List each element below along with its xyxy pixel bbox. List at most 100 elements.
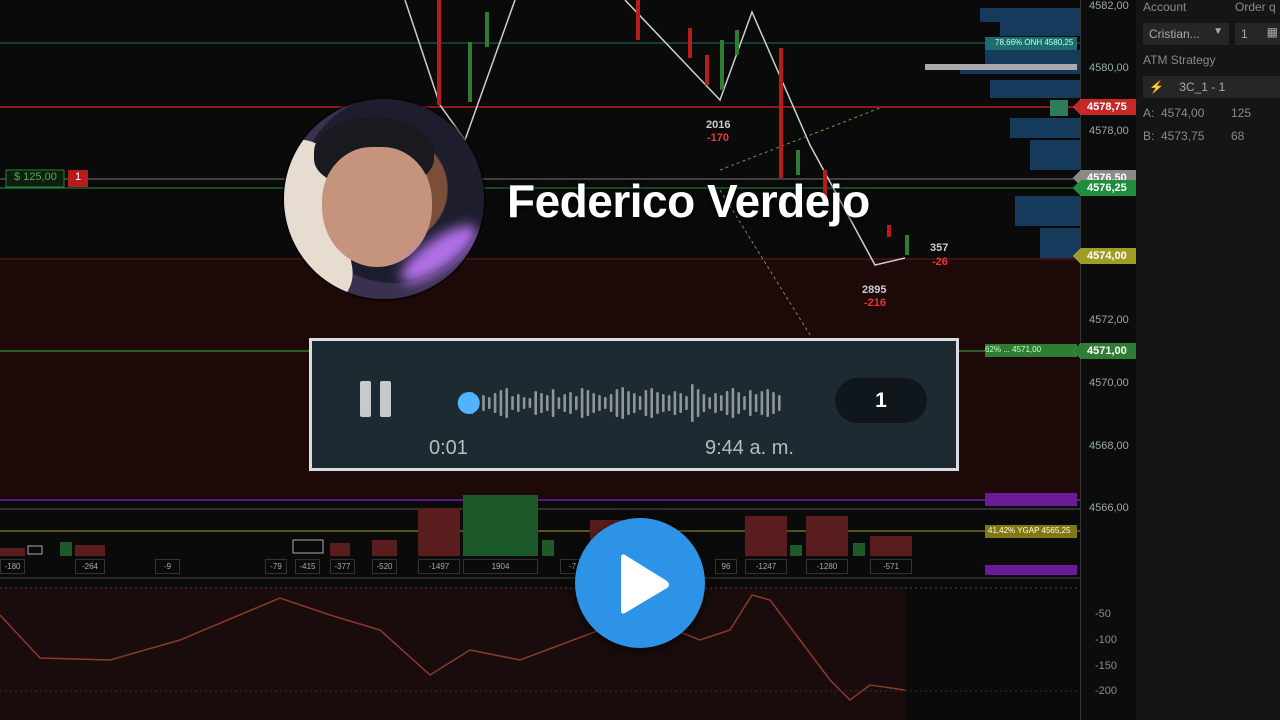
waveform-bar [754,394,758,412]
annotation-2-delta: -216 [864,297,887,309]
play-button[interactable] [575,518,705,648]
waveform-bar [702,394,706,412]
lightning-icon: ⚡ [1149,80,1164,94]
pause-button[interactable] [360,381,392,417]
volume-labels-row: -180 -264 -9 -79 -415 -377 -520 -1497 1904 -7 96 -1… [0,559,1080,575]
atm-strategy-select[interactable]: ⚡ 3C_1 - 1 [1143,76,1280,98]
avatar [284,99,484,299]
volume-label: -1497 [418,559,460,574]
waveform-bar [528,398,532,408]
bid-label: B: [1143,129,1155,143]
volume-label: 96 [715,559,737,574]
volume-label: -264 [75,559,105,574]
waveform-bar [760,391,764,415]
waveform-bar [644,390,648,416]
price-axis[interactable]: 4582,004580,004578,004576,004574,004572,… [1073,0,1137,720]
waveform-bar [743,396,746,410]
audio-waveform[interactable] [447,373,782,433]
calculator-icon[interactable]: ▦ [1267,25,1278,39]
annotation-1-delta: -170 [707,132,730,144]
waveform-bar [604,397,607,409]
account-select[interactable]: Cristian... ▼ [1143,23,1229,45]
price-tick: 4568,00 [1089,440,1129,452]
order-qty-label: Order q [1235,0,1276,14]
waveform-bar [488,397,491,409]
waveform-bar [586,390,590,416]
volume-label: -571 [870,559,912,574]
price-tick: 4572,00 [1089,314,1129,326]
price-tick: 4582,00 [1089,0,1129,12]
annotation-2-text: 2895 [862,284,887,296]
volume-label: 1904 [463,559,538,574]
position-pnl[interactable]: $ 125,00 [14,171,57,183]
waveform-bar [679,393,682,413]
waveform-bar [621,387,624,419]
account-label: Account [1143,0,1187,14]
waveform-bar [708,397,711,409]
waveform-bar [650,388,653,418]
waveform-bar [667,395,671,411]
level-label-ygap: 41,42% YGAP 4565,25 [988,526,1071,535]
waveform-bar [627,391,630,415]
waveform-bar [685,396,688,410]
waveform-bar [546,395,549,411]
volume-label: -520 [372,559,397,574]
price-flag: 4576,25 [1073,180,1137,196]
waveform-bar [563,394,566,412]
waveform-bar [772,392,775,414]
atm-strategy-value: 3C_1 - 1 [1179,80,1226,94]
waveform-bar [737,392,740,414]
account-value: Cristian... [1149,27,1200,41]
waveform-bar [517,394,520,412]
playback-progress-handle[interactable] [457,392,480,414]
waveform-bar [522,397,526,409]
waveform-bar [725,391,729,415]
volume-label: -9 [155,559,180,574]
oscillator-tick: -100 [1095,634,1118,646]
waveform-bar [696,389,700,417]
ask-price: 4574,00 [1161,106,1205,120]
user-name: Federico Verdejo [507,175,870,227]
pause-icon [360,381,371,417]
waveform-bar [534,391,537,415]
waveform-bar [731,388,735,418]
oscillator-tick: -200 [1095,685,1118,697]
pause-icon-bar [380,381,391,417]
price-tick: 4566,00 [1089,502,1129,514]
price-flag-arrow [1073,99,1081,115]
waveform-bar [598,395,601,411]
waveform-bar [766,389,769,417]
price-flag-arrow [1073,343,1081,359]
chevron-down-icon: ▼ [1213,26,1223,37]
price-flag: 4571,00 [1073,343,1137,359]
waveform-bar [609,394,613,412]
waveform-bar [714,393,717,413]
waveform-bar [638,396,642,410]
price-flag: 4578,75 [1073,99,1137,115]
waveform-bar [575,396,578,410]
order-entry-panel: Account Order q Cristian... ▼ 1 ▦ ATM St… [1136,0,1280,720]
ask-size: 125 [1231,106,1252,120]
waveform-bar [673,391,677,415]
volume-label: -180 [0,559,25,574]
order-qty-value: 1 [1241,27,1248,41]
waveform-bar [691,384,694,422]
annotation-3-text: 357 [930,242,949,254]
price-tick: 4578,00 [1089,125,1129,137]
price-tick: 4580,00 [1089,62,1129,74]
waveform-bar [540,393,543,413]
waveform-bar [551,389,555,417]
waveform-bar [778,395,781,411]
waveform-bar [499,390,503,416]
oscillator-tick: -50 [1095,608,1111,620]
play-icon [621,554,669,614]
volume-label: -415 [295,559,320,574]
waveform-bar [592,393,595,413]
playback-speed-button[interactable]: 1 [835,378,927,423]
atm-strategy-label: ATM Strategy [1143,53,1216,67]
waveform-bar [662,394,665,412]
position-qty[interactable]: 1 [75,171,81,183]
price-flag-arrow [1073,180,1081,196]
level-label-onh: 78,66% ONH 4580,25 [995,38,1074,47]
order-qty-input[interactable]: 1 ▦ [1235,23,1280,45]
